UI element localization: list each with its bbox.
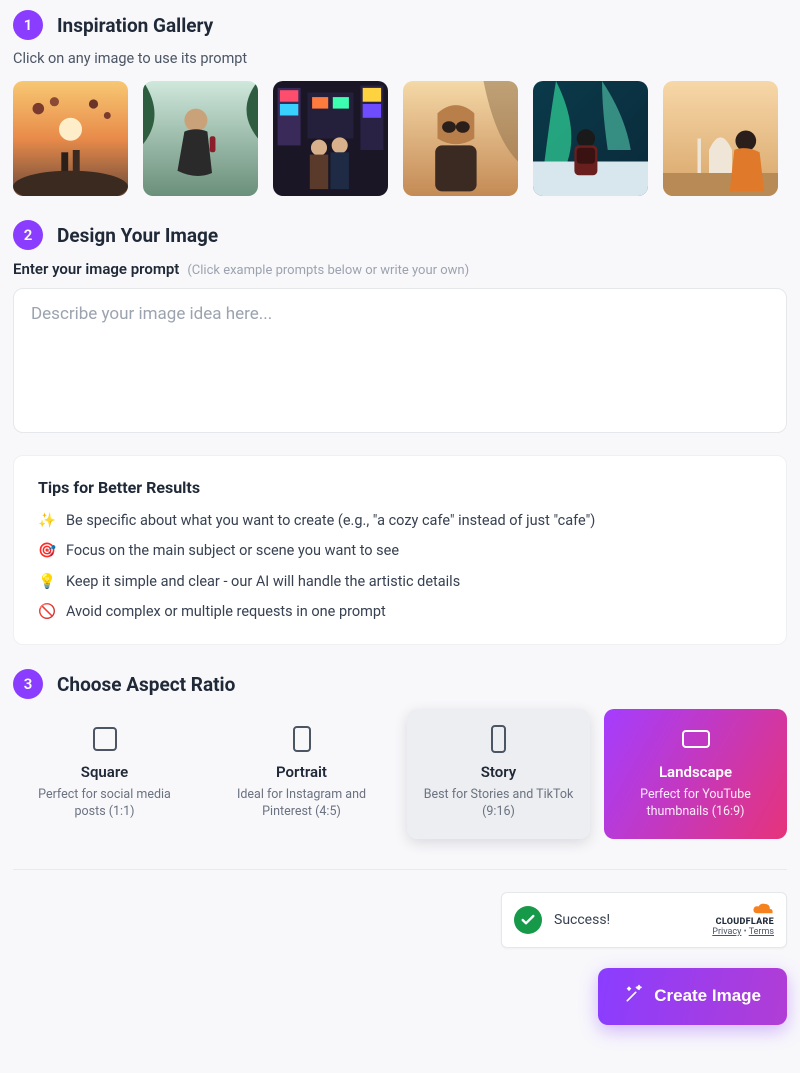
tip-item: 🚫 Avoid complex or multiple requests in o… [38, 602, 762, 622]
bottom-row: Success! CLOUDFLARE Privacy • Terms Crea… [13, 892, 787, 1025]
captcha-widget[interactable]: Success! CLOUDFLARE Privacy • Terms [501, 892, 787, 948]
success-check-icon [514, 906, 542, 934]
section-header: 1 Inspiration Gallery [13, 10, 787, 40]
aspect-ratio-desc: Ideal for Instagram and Pinterest (4:5) [220, 787, 383, 821]
captcha-links: Privacy • Terms [712, 927, 774, 937]
gallery-item[interactable] [13, 81, 128, 196]
aspect-ratio-icon [485, 725, 513, 753]
prompt-label: Enter your image prompt [13, 260, 179, 278]
aspect-ratio-name: Landscape [659, 763, 732, 781]
magic-wand-icon [624, 984, 644, 1009]
tip-icon: ✨ [38, 511, 56, 531]
gallery-item[interactable] [273, 81, 388, 196]
tip-item: ✨ Be specific about what you want to crea… [38, 511, 762, 531]
tip-item: 🎯 Focus on the main subject or scene you … [38, 541, 762, 561]
tip-item: 💡 Keep it simple and clear - our AI will … [38, 572, 762, 592]
aspect-ratio-portrait[interactable]: Portrait Ideal for Instagram and Pinteres… [210, 709, 393, 839]
tip-icon: 🎯 [38, 541, 56, 561]
step-number-badge: 1 [13, 10, 43, 40]
tips-card: Tips for Better Results ✨ Be specific abo… [13, 455, 787, 645]
gallery-item[interactable] [533, 81, 648, 196]
aspect-ratio-desc: Perfect for YouTube thumbnails (16:9) [614, 787, 777, 821]
aspect-ratio-options: Square Perfect for social media posts (1:… [13, 709, 787, 839]
terms-link[interactable]: Terms [749, 927, 774, 937]
section-title: Inspiration Gallery [57, 14, 213, 37]
step-inspiration-gallery: 1 Inspiration Gallery Click on any image… [13, 10, 787, 196]
create-image-button[interactable]: Create Image [598, 968, 787, 1025]
section-header: 3 Choose Aspect Ratio [13, 669, 787, 699]
step-aspect-ratio: 3 Choose Aspect Ratio Square Perfect for … [13, 669, 787, 839]
tip-icon: 🚫 [38, 602, 56, 622]
cloudflare-logo [712, 903, 774, 915]
aspect-ratio-name: Square [81, 763, 128, 781]
aspect-ratio-desc: Perfect for social media posts (1:1) [23, 787, 186, 821]
privacy-link[interactable]: Privacy [712, 927, 741, 937]
tip-text: Avoid complex or multiple requests in on… [66, 602, 386, 622]
tip-text: Keep it simple and clear - our AI will h… [66, 572, 460, 592]
aspect-ratio-desc: Best for Stories and TikTok (9:16) [417, 787, 580, 821]
section-title: Design Your Image [57, 224, 218, 247]
section-subtitle: Click on any image to use its prompt [13, 50, 787, 67]
tips-list: ✨ Be specific about what you want to crea… [38, 511, 762, 622]
tips-title: Tips for Better Results [38, 478, 762, 497]
aspect-ratio-name: Portrait [276, 763, 327, 781]
gallery-item[interactable] [663, 81, 778, 196]
gallery-item[interactable] [403, 81, 518, 196]
aspect-ratio-story[interactable]: Story Best for Stories and TikTok (9:16) [407, 709, 590, 839]
step-design-image: 2 Design Your Image Enter your image pro… [13, 220, 787, 645]
tip-text: Focus on the main subject or scene you w… [66, 541, 399, 561]
prompt-input[interactable] [13, 288, 787, 433]
captcha-status-text: Success! [554, 912, 700, 928]
prompt-label-row: Enter your image prompt (Click example p… [13, 260, 787, 278]
create-image-label: Create Image [654, 986, 761, 1006]
cloudflare-wordmark: CLOUDFLARE [712, 917, 774, 927]
aspect-ratio-icon [91, 725, 119, 753]
captcha-brand: CLOUDFLARE Privacy • Terms [712, 903, 774, 937]
section-header: 2 Design Your Image [13, 220, 787, 250]
step-number-badge: 3 [13, 669, 43, 699]
gallery-item[interactable] [143, 81, 258, 196]
tip-icon: 💡 [38, 572, 56, 592]
tip-text: Be specific about what you want to creat… [66, 511, 595, 531]
aspect-ratio-icon [682, 725, 710, 753]
divider [13, 869, 787, 870]
inspiration-gallery [13, 81, 787, 196]
aspect-ratio-name: Story [481, 763, 516, 781]
aspect-ratio-square[interactable]: Square Perfect for social media posts (1:… [13, 709, 196, 839]
aspect-ratio-landscape[interactable]: Landscape Perfect for YouTube thumbnails … [604, 709, 787, 839]
step-number-badge: 2 [13, 220, 43, 250]
prompt-hint: (Click example prompts below or write yo… [187, 263, 469, 278]
aspect-ratio-icon [288, 725, 316, 753]
section-title: Choose Aspect Ratio [57, 673, 235, 696]
